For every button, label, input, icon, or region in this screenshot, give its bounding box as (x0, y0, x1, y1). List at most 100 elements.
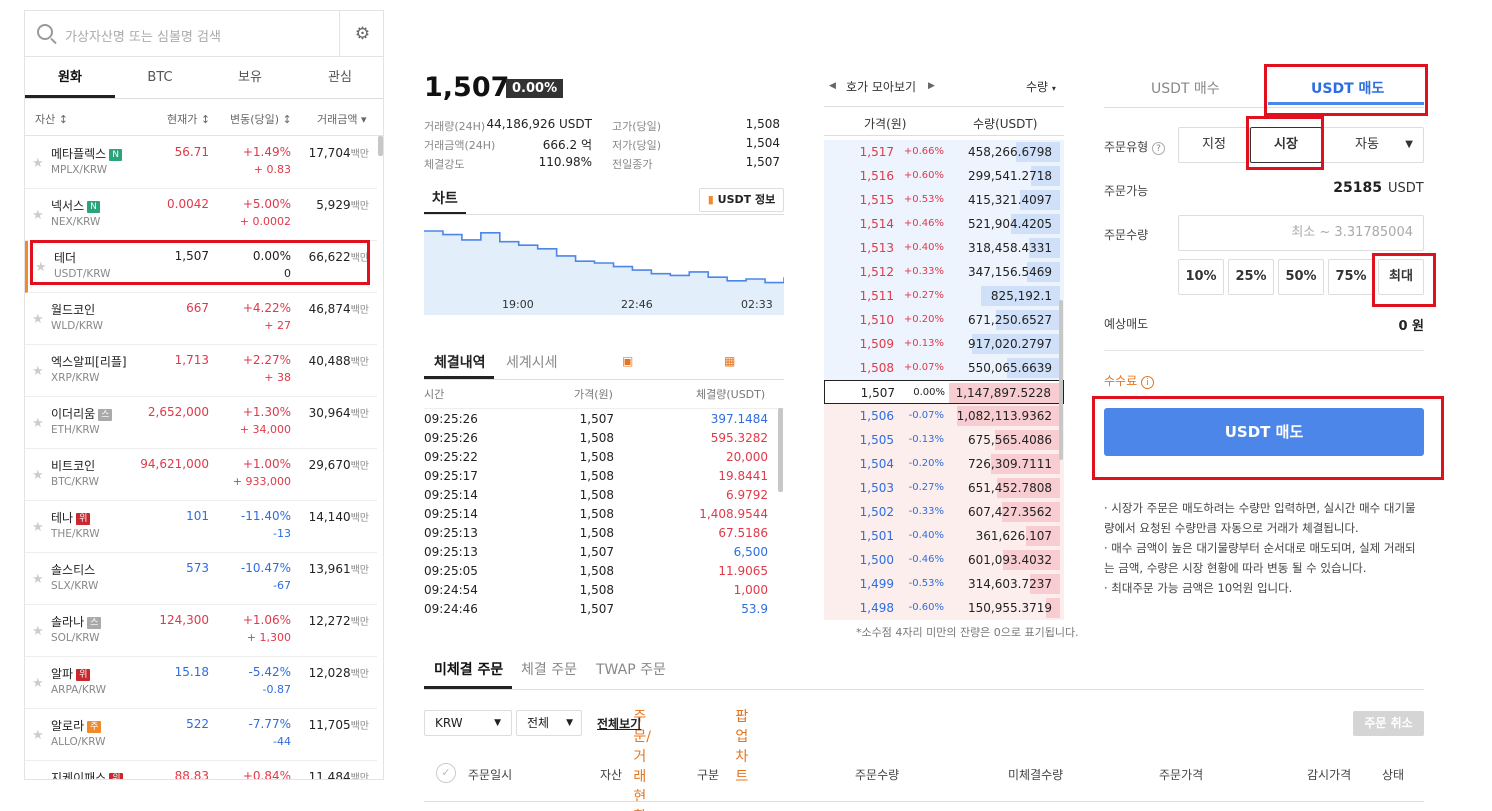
star-icon[interactable]: ★ (32, 676, 44, 691)
coin-volume: 14,140백만 (309, 509, 369, 524)
tab-krw[interactable]: 원화 (25, 57, 115, 98)
orderbook-row[interactable]: 1,516 +0.60% 299,541.2718 (824, 164, 1064, 188)
trade-qty: 397.1484 (710, 412, 768, 426)
search-box[interactable]: 가상자산명 또는 심볼명 검색 (25, 11, 339, 57)
tab-twap-orders[interactable]: TWAP 주문 (596, 659, 666, 679)
coin-row[interactable]: ★ 알로라 주 ALLO/KRW 522 -7.77% -44 11,705백만 (25, 709, 377, 761)
type-auto-select[interactable]: 자동 ▼ (1322, 127, 1424, 163)
tab-filled-orders[interactable]: 체결 주문 (521, 659, 577, 679)
tab-buy[interactable]: USDT 매수 (1151, 78, 1220, 98)
coin-row[interactable]: ★ 알파 위 ARPA/KRW 15.18 -5.42% -0.87 12,028백만 (25, 657, 377, 709)
col-asset[interactable]: 자산 ↕ (35, 111, 68, 127)
currency-select[interactable]: KRW ▼ (424, 710, 512, 736)
sell-submit-button[interactable]: USDT 매도 (1104, 408, 1424, 456)
coin-row[interactable]: ★ 이더리움 스 ETH/KRW 2,652,000 +1.30% + 34,000 30,9… (25, 397, 377, 449)
orderbook-row[interactable]: 1,513 +0.40% 318,458.4331 (824, 236, 1064, 260)
orderbook-row[interactable]: 1,501 -0.40% 361,626.107 (824, 524, 1064, 548)
orderbook-row[interactable]: 1,510 +0.20% 671,250.6527 (824, 308, 1064, 332)
orderbook-row[interactable]: 1,512 +0.33% 347,156.5469 (824, 260, 1064, 284)
tab-chart[interactable]: 차트 (424, 188, 466, 215)
help-icon[interactable]: ? (1152, 142, 1165, 155)
orderbook-row[interactable]: 1,504 -0.20% 726,309.7111 (824, 452, 1064, 476)
coin-row[interactable]: ★ 테더 USDT/KRW 1,507 0.00% 0 66,622백만 (25, 241, 377, 293)
col-volume[interactable]: 거래금액 ▾ (317, 111, 367, 127)
tab-holdings[interactable]: 보유 (205, 57, 295, 98)
col-change[interactable]: 변동(당일) ↕ (230, 111, 292, 127)
order-status-link[interactable]: ▣ 주문/거래현황 (622, 354, 651, 811)
volume-unit: 백만 (350, 201, 369, 212)
coin-row[interactable]: ★ 메타플렉스 N MPLX/KRW 56.71 +1.49% + 0.83 17,704백만 (25, 137, 377, 189)
cancel-order-button[interactable]: 주문 취소 (1353, 711, 1424, 736)
view-all-link[interactable]: 전체보기 (597, 715, 641, 732)
orderbook-scrollbar[interactable] (1059, 300, 1063, 460)
coin-row[interactable]: ★ 넥서스 N NEX/KRW 0.0042 +5.00% + 0.0002 5,929백만 (25, 189, 377, 241)
qty-input[interactable]: 최소 ~ 3.31785004 (1178, 215, 1424, 251)
star-icon[interactable]: ★ (32, 572, 44, 587)
search-input[interactable]: 가상자산명 또는 심볼명 검색 (65, 26, 221, 45)
orderbook-row[interactable]: 1,509 +0.13% 917,020.2797 (824, 332, 1064, 356)
orderbook-row[interactable]: 1,506 -0.07% 1,082,113.9362 (824, 404, 1064, 428)
chart-time-label: 22:46 (621, 298, 653, 311)
star-icon[interactable]: ★ (32, 520, 44, 535)
tab-open-orders[interactable]: 미체결 주문 (434, 659, 503, 679)
tab-world-price[interactable]: 세계시세 (506, 352, 558, 372)
star-icon[interactable]: ★ (35, 260, 47, 275)
orderbook-row[interactable]: 1,498 -0.60% 150,955.3719 (824, 596, 1064, 620)
orderbook-row[interactable]: 1,502 -0.33% 607,427.3562 (824, 500, 1064, 524)
type-limit-button[interactable]: 지정 (1178, 127, 1250, 163)
filter-select[interactable]: 전체 ▼ (516, 710, 582, 736)
stat-value: 666.2 억 (542, 138, 592, 152)
tab-favorites[interactable]: 관심 (295, 57, 383, 98)
coin-row[interactable]: ★ 솔스티스 SLX/KRW 573 -10.47% -67 13,961백만 (25, 553, 377, 605)
coin-row[interactable]: ★ 엑스알피[리플] XRP/KRW 1,713 +2.27% + 38 40,488백만 (25, 345, 377, 397)
pct-50-button[interactable]: 50% (1278, 259, 1324, 295)
qty-toggle[interactable]: 수량 ▾ (1026, 78, 1056, 95)
orderbook-row[interactable]: 1,503 -0.27% 651,452.7808 (824, 476, 1064, 500)
orderbook-row[interactable]: 1,511 +0.27% 825,192.1 (824, 284, 1064, 308)
orderbook-row[interactable]: 1,505 -0.13% 675,565.4086 (824, 428, 1064, 452)
orderbook-row[interactable]: 1,508 +0.07% 550,065.6639 (824, 356, 1064, 380)
stat-label: 저가(당일) (612, 139, 662, 152)
coin-row[interactable]: ★ 솔라나 스 SOL/KRW 124,300 +1.06% + 1,300 12,272백만 (25, 605, 377, 657)
caret-left-icon[interactable]: ◀ (829, 81, 836, 91)
settings-button[interactable]: ⚙ (339, 11, 383, 57)
coin-row[interactable]: ★ 테나 위 THE/KRW 101 -11.40% -13 14,140백만 (25, 501, 377, 553)
fee-label[interactable]: 수수료 i (1104, 372, 1154, 389)
star-icon[interactable]: ★ (32, 416, 44, 431)
star-icon[interactable]: ★ (32, 468, 44, 483)
star-icon[interactable]: ★ (32, 364, 44, 379)
orderbook-row[interactable]: 1,500 -0.46% 601,093.4032 (824, 548, 1064, 572)
star-icon[interactable]: ★ (32, 624, 44, 639)
coin-row[interactable]: ★ 비트코인 BTC/KRW 94,621,000 +1.00% + 933,000 29,… (25, 449, 377, 501)
pct-10-button[interactable]: 10% (1178, 259, 1224, 295)
caret-right-icon[interactable]: ▶ (928, 81, 935, 91)
price-chart[interactable] (424, 215, 784, 315)
pct-75-button[interactable]: 75% (1328, 259, 1374, 295)
tab-btc[interactable]: BTC (115, 57, 205, 98)
orderbook-row[interactable]: 1,517 +0.66% 458,266.6798 (824, 140, 1064, 164)
coin-volume: 5,929백만 (316, 197, 369, 212)
orderbook-row[interactable]: 1,507 0.00% 1,147,897.5228 (824, 380, 1064, 404)
tab-sell[interactable]: USDT 매도 (1311, 78, 1384, 98)
star-icon[interactable]: ★ (32, 312, 44, 327)
star-icon[interactable]: ★ (32, 156, 44, 171)
orderbook-row[interactable]: 1,514 +0.46% 521,904.4205 (824, 212, 1064, 236)
pct-max-button[interactable]: 최대 (1378, 259, 1424, 295)
tab-trades[interactable]: 체결내역 (434, 352, 486, 372)
trades-scrollbar[interactable] (778, 408, 783, 492)
coin-row[interactable]: ★지케이패스위88.83+0.84%11,484백만 (25, 761, 377, 779)
usdt-info-button[interactable]: ▮ USDT 정보 (699, 188, 784, 212)
type-market-button[interactable]: 시장 (1250, 127, 1322, 163)
ob-price: 1,517 (859, 145, 894, 159)
pct-25-button[interactable]: 25% (1228, 259, 1274, 295)
list-scrollbar[interactable] (378, 136, 383, 156)
star-icon[interactable]: ★ (32, 728, 44, 743)
col-price[interactable]: 현재가 ↕ (167, 111, 210, 127)
orderbook-row[interactable]: 1,515 +0.53% 415,321.4097 (824, 188, 1064, 212)
popup-chart-link[interactable]: ▦ 팝업차트 (724, 354, 748, 785)
select-all-checkbox[interactable]: ✓ (436, 763, 456, 783)
star-icon[interactable]: ★ (32, 208, 44, 223)
coin-change-value: + 27 (264, 319, 291, 332)
orderbook-row[interactable]: 1,499 -0.53% 314,603.7237 (824, 572, 1064, 596)
coin-row[interactable]: ★ 월드코인 WLD/KRW 667 +4.22% + 27 46,874백만 (25, 293, 377, 345)
